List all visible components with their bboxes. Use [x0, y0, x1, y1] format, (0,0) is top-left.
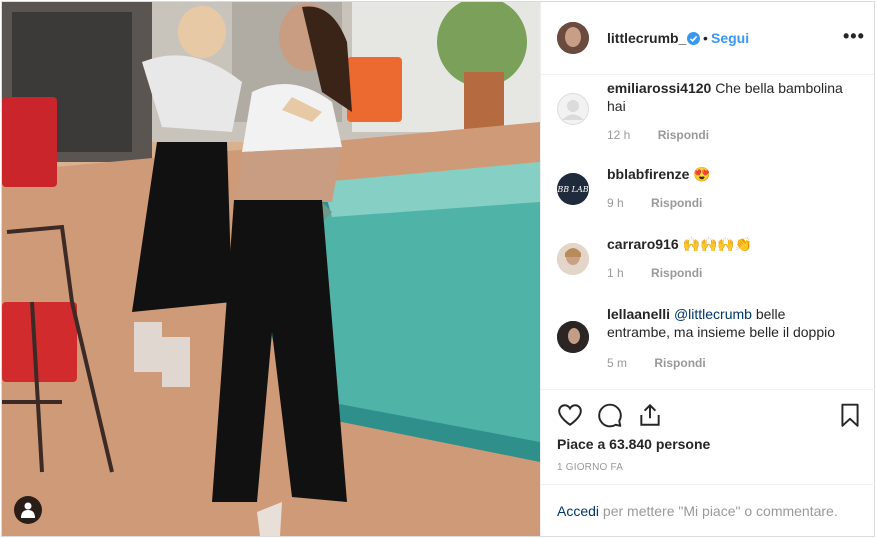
more-options-button[interactable]: •••	[843, 26, 865, 47]
commenter-avatar[interactable]: BB LAB	[557, 173, 589, 205]
post-side-panel: littlecrumb_ • Segui ••• emiliarossi4120…	[540, 2, 875, 537]
login-link[interactable]: Accedi	[557, 503, 599, 519]
post-photo[interactable]	[2, 2, 540, 536]
heart-icon	[558, 404, 582, 426]
speech-bubble-icon	[598, 403, 622, 428]
comment-username[interactable]: bblabfirenze	[607, 166, 689, 182]
tagged-user-button[interactable]	[14, 496, 42, 524]
like-button[interactable]	[557, 402, 583, 428]
svg-text:BB LAB: BB LAB	[557, 185, 589, 194]
comment-time[interactable]: 1 h	[607, 266, 624, 280]
comment-meta: 9 h Rispondi	[607, 196, 702, 210]
commenter-avatar[interactable]	[557, 93, 589, 125]
save-button[interactable]	[837, 402, 863, 428]
comment-item: lellaanelli @littlecrumb belle entrambe,…	[557, 305, 857, 375]
comment-meta: 1 h Rispondi	[607, 266, 702, 280]
photo-illustration	[2, 2, 540, 536]
separator-dot: •	[703, 30, 708, 46]
comment-item: BB LAB bblabfirenze 😍 9 h Rispondi	[557, 165, 857, 215]
verified-badge-icon	[687, 32, 700, 45]
share-icon	[640, 403, 660, 426]
login-prompt-text: per mettere "Mi piace" o commentare.	[599, 503, 838, 519]
comment-text: lellaanelli @littlecrumb belle entrambe,…	[607, 305, 847, 341]
login-prompt: Accedi per mettere "Mi piace" o commenta…	[541, 484, 875, 536]
post-actions: Piace a 63.840 persone 1 GIORNO FA Acced…	[541, 389, 875, 537]
follow-button[interactable]: Segui	[711, 30, 749, 46]
commenter-avatar[interactable]	[557, 321, 589, 353]
comment-body: 😍	[693, 166, 711, 182]
comment-mention-link[interactable]: @littlecrumb	[674, 306, 752, 322]
more-icon: •••	[843, 26, 865, 46]
comment-username[interactable]: lellaanelli	[607, 306, 670, 322]
comment-item: emiliarossi4120 Che bella bambolina hai …	[557, 79, 857, 149]
avatar-image	[557, 321, 589, 353]
comment-time[interactable]: 9 h	[607, 196, 624, 210]
commenter-avatar[interactable]	[557, 243, 589, 275]
author-avatar[interactable]	[557, 22, 589, 54]
person-icon	[21, 502, 35, 518]
comment-username[interactable]: emiliarossi4120	[607, 80, 711, 96]
post-timestamp[interactable]: 1 GIORNO FA	[557, 462, 623, 473]
comment-text: emiliarossi4120 Che bella bambolina hai	[607, 79, 847, 115]
comments-list[interactable]: emiliarossi4120 Che bella bambolina hai …	[541, 75, 875, 389]
likes-count[interactable]: Piace a 63.840 persone	[557, 436, 710, 452]
post-header: littlecrumb_ • Segui •••	[541, 2, 874, 75]
avatar-image	[557, 22, 589, 54]
reply-button[interactable]: Rispondi	[658, 128, 709, 142]
comment-meta: 5 m Rispondi	[607, 356, 706, 370]
post-container: littlecrumb_ • Segui ••• emiliarossi4120…	[1, 1, 875, 537]
default-avatar-icon	[557, 93, 589, 125]
reply-button[interactable]: Rispondi	[651, 196, 702, 210]
avatar-image	[557, 243, 589, 275]
comment-item: carraro916 🙌🙌🙌👏 1 h Rispondi	[557, 235, 857, 285]
comment-text: carraro916 🙌🙌🙌👏	[607, 235, 847, 253]
bookmark-icon	[841, 403, 859, 427]
bblab-logo-avatar: BB LAB	[557, 173, 589, 205]
comment-button[interactable]	[597, 402, 623, 428]
comment-meta: 12 h Rispondi	[607, 128, 709, 142]
comment-username[interactable]: carraro916	[607, 236, 679, 252]
comment-time[interactable]: 5 m	[607, 356, 627, 370]
comment-body: 🙌🙌🙌👏	[682, 236, 753, 252]
reply-button[interactable]: Rispondi	[651, 266, 702, 280]
reply-button[interactable]: Rispondi	[654, 356, 705, 370]
comment-time[interactable]: 12 h	[607, 128, 630, 142]
author-username[interactable]: littlecrumb_	[607, 30, 686, 46]
share-button[interactable]	[637, 402, 663, 428]
comment-text: bblabfirenze 😍	[607, 165, 847, 183]
